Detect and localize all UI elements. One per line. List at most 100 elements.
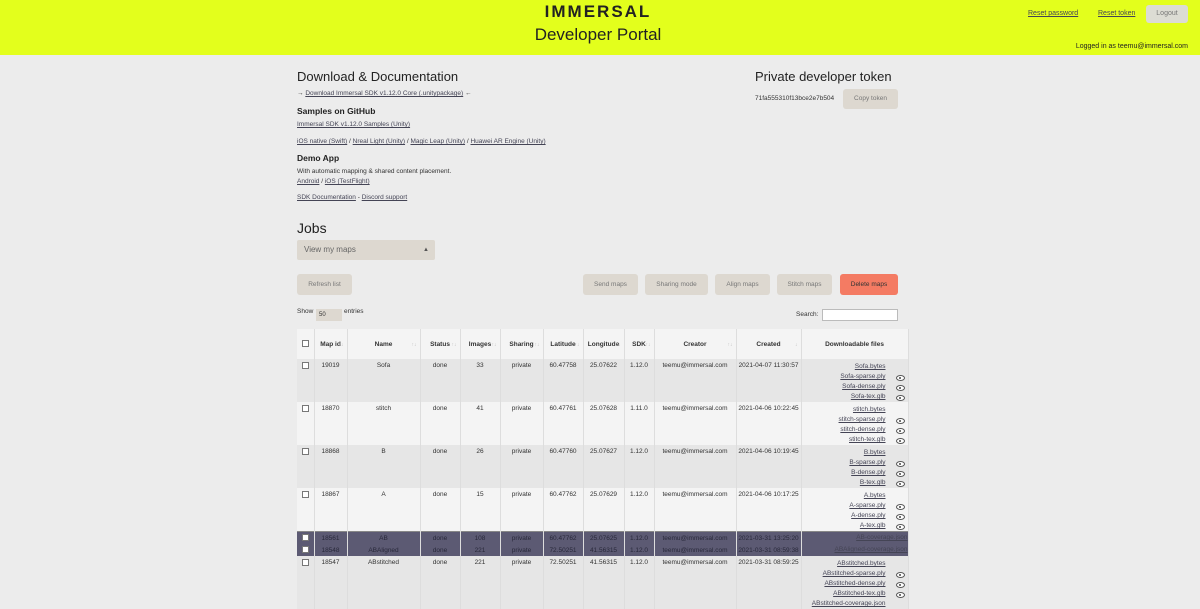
row-select-cell[interactable] [297,359,315,402]
col-map-id[interactable]: Map id ↑↓ [314,329,348,359]
file-link[interactable]: ABstitched-tex.glb [833,590,885,597]
col-sharing[interactable]: Sharing ↑↓ [500,329,544,359]
table-row[interactable]: 18547 ABstitched done 221 private 72.50251 41.… [297,556,909,609]
refresh-list-button[interactable]: Refresh list [297,274,352,295]
ios-testflight-link[interactable]: iOS (TestFlight) [325,178,370,185]
file-link[interactable]: stitch.bytes [853,406,886,413]
eye-icon[interactable] [895,461,905,467]
col-images[interactable]: Images ↑↓ [460,329,501,359]
file-link[interactable]: ABstitched.bytes [837,560,885,567]
col-creator[interactable]: Creator ↑↓ [654,329,737,359]
col-label: Latitude [550,340,576,348]
row-select-cell[interactable] [297,445,315,488]
cell-lat: 60.47760 [543,445,584,488]
col-longitude[interactable]: Longitude ↑↓ [583,329,625,359]
eye-icon[interactable] [895,504,905,510]
table-row[interactable]: 18867 Adone 15 private 60.47762 25.07629 1.12.… [297,488,909,532]
search-input[interactable] [822,309,898,321]
file-link[interactable]: A-dense.ply [851,512,885,519]
file-link[interactable]: ABAligned-coverage.json [835,546,908,553]
file-link[interactable]: A-sparse.ply [849,502,885,509]
select-all-checkbox[interactable] [301,339,309,347]
copy-token-button[interactable]: Copy token [843,89,898,109]
row-checkbox[interactable] [301,545,309,553]
eye-icon[interactable] [895,592,905,598]
sdk-download-link[interactable]: Download Immersal SDK v1.12.0 Core (.uni… [305,90,463,97]
table-row[interactable]: 18868 Bdone 26 private 60.47760 25.07627 1.12.… [297,445,909,488]
file-link[interactable]: stitch-sparse.ply [839,416,886,423]
row-checkbox[interactable] [301,448,309,455]
ios-native-link[interactable]: iOS native (Swift) [297,138,347,145]
row-checkbox[interactable] [301,362,309,369]
eye-icon[interactable] [895,438,905,444]
row-select-cell[interactable] [297,402,315,445]
eye-icon[interactable] [895,375,905,381]
file-link[interactable]: ABstitched-coverage.json [812,600,886,607]
row-select-cell[interactable] [297,531,315,544]
file-link[interactable]: Sofa-tex.glb [851,393,886,400]
delete-maps-button[interactable]: Delete maps [840,274,898,295]
cell-images: 41 [460,402,501,445]
file-link[interactable]: Sofa-dense.ply [842,383,885,390]
huawei-link[interactable]: Huawei AR Engine (Unity) [470,138,545,145]
col-name[interactable]: Name ↑↓ [347,329,421,359]
logout-button[interactable]: Logout [1146,5,1188,23]
col-created[interactable]: Created ↓ [736,329,802,359]
file-link[interactable]: B-tex.glb [860,479,886,486]
file-link[interactable]: A-tex.glb [860,522,886,529]
col-latitude[interactable]: Latitude ↑↓ [543,329,584,359]
file-link[interactable]: B.bytes [864,449,886,456]
nreal-link[interactable]: Nreal Light (Unity) [353,138,405,145]
row-select-cell[interactable] [297,556,315,609]
eye-icon[interactable] [895,572,905,578]
table-row[interactable]: 19019 Sofa done 33 private 60.47758 25.07622 1.… [297,359,909,402]
row-checkbox[interactable] [301,491,309,498]
discord-link[interactable]: Discord support [362,194,408,201]
file-link[interactable]: stitch-dense.ply [840,426,885,433]
eye-icon[interactable] [895,582,905,588]
row-checkbox[interactable] [301,405,309,412]
stitch-maps-button[interactable]: Stitch maps [777,274,832,295]
send-maps-button[interactable]: Send maps [583,274,638,295]
eye-icon[interactable] [895,481,905,487]
entries-select[interactable]: 50 [316,309,342,321]
file-link[interactable]: Sofa.bytes [855,363,886,370]
col-status[interactable]: Status ↑↓ [420,329,461,359]
eye-icon[interactable] [895,418,905,424]
file-link[interactable]: Sofa-sparse.ply [840,373,885,380]
table-row[interactable]: 18561 AB done 108 private 60.47762 25.07625 1.1… [297,531,909,544]
sdk-docs-link[interactable]: SDK Documentation [297,194,356,201]
table-row[interactable]: 18870 stitch done 41 private 60.47761 25.07628… [297,402,909,445]
align-maps-button[interactable]: Align maps [715,274,770,295]
magic-leap-link[interactable]: Magic Leap (Unity) [410,138,465,145]
file-link[interactable]: A.bytes [864,492,886,499]
eye-icon[interactable] [895,385,905,391]
eye-icon[interactable] [895,395,905,401]
sharing-mode-button[interactable]: Sharing mode [645,274,708,295]
row-select-cell[interactable] [297,488,315,532]
eye-icon[interactable] [895,514,905,520]
file-link[interactable]: AB-coverage.json [856,534,907,541]
table-row[interactable]: 18548 ABAligned done 221 private 72.50251 41.5… [297,544,909,556]
reset-token-link[interactable]: Reset token [1098,10,1135,17]
cell-name: ABAligned [347,544,421,556]
file-link[interactable]: stitch-tex.glb [849,436,886,443]
file-link[interactable]: ABstitched-dense.ply [824,580,885,587]
row-checkbox[interactable] [301,533,309,541]
file-item: ABstitched-dense.ply [802,579,885,589]
eye-icon[interactable] [895,428,905,434]
select-all-header[interactable] [297,329,315,359]
reset-password-link[interactable]: Reset password [1028,10,1078,17]
android-link[interactable]: Android [297,178,319,185]
row-checkbox[interactable] [301,559,309,566]
file-link[interactable]: B-sparse.ply [849,459,885,466]
col-sdk[interactable]: SDK ↑↓ [624,329,655,359]
file-link[interactable]: B-dense.ply [851,469,885,476]
eye-icon[interactable] [895,471,905,477]
samples-unity-link[interactable]: Immersal SDK v1.12.0 Samples (Unity) [297,121,410,128]
view-maps-select[interactable]: View my maps ▲ [297,240,435,260]
file-link[interactable]: ABstitched-sparse.ply [823,570,886,577]
eye-icon[interactable] [895,524,905,530]
row-select-cell[interactable] [297,544,315,556]
file-item: A-tex.glb [802,521,886,531]
